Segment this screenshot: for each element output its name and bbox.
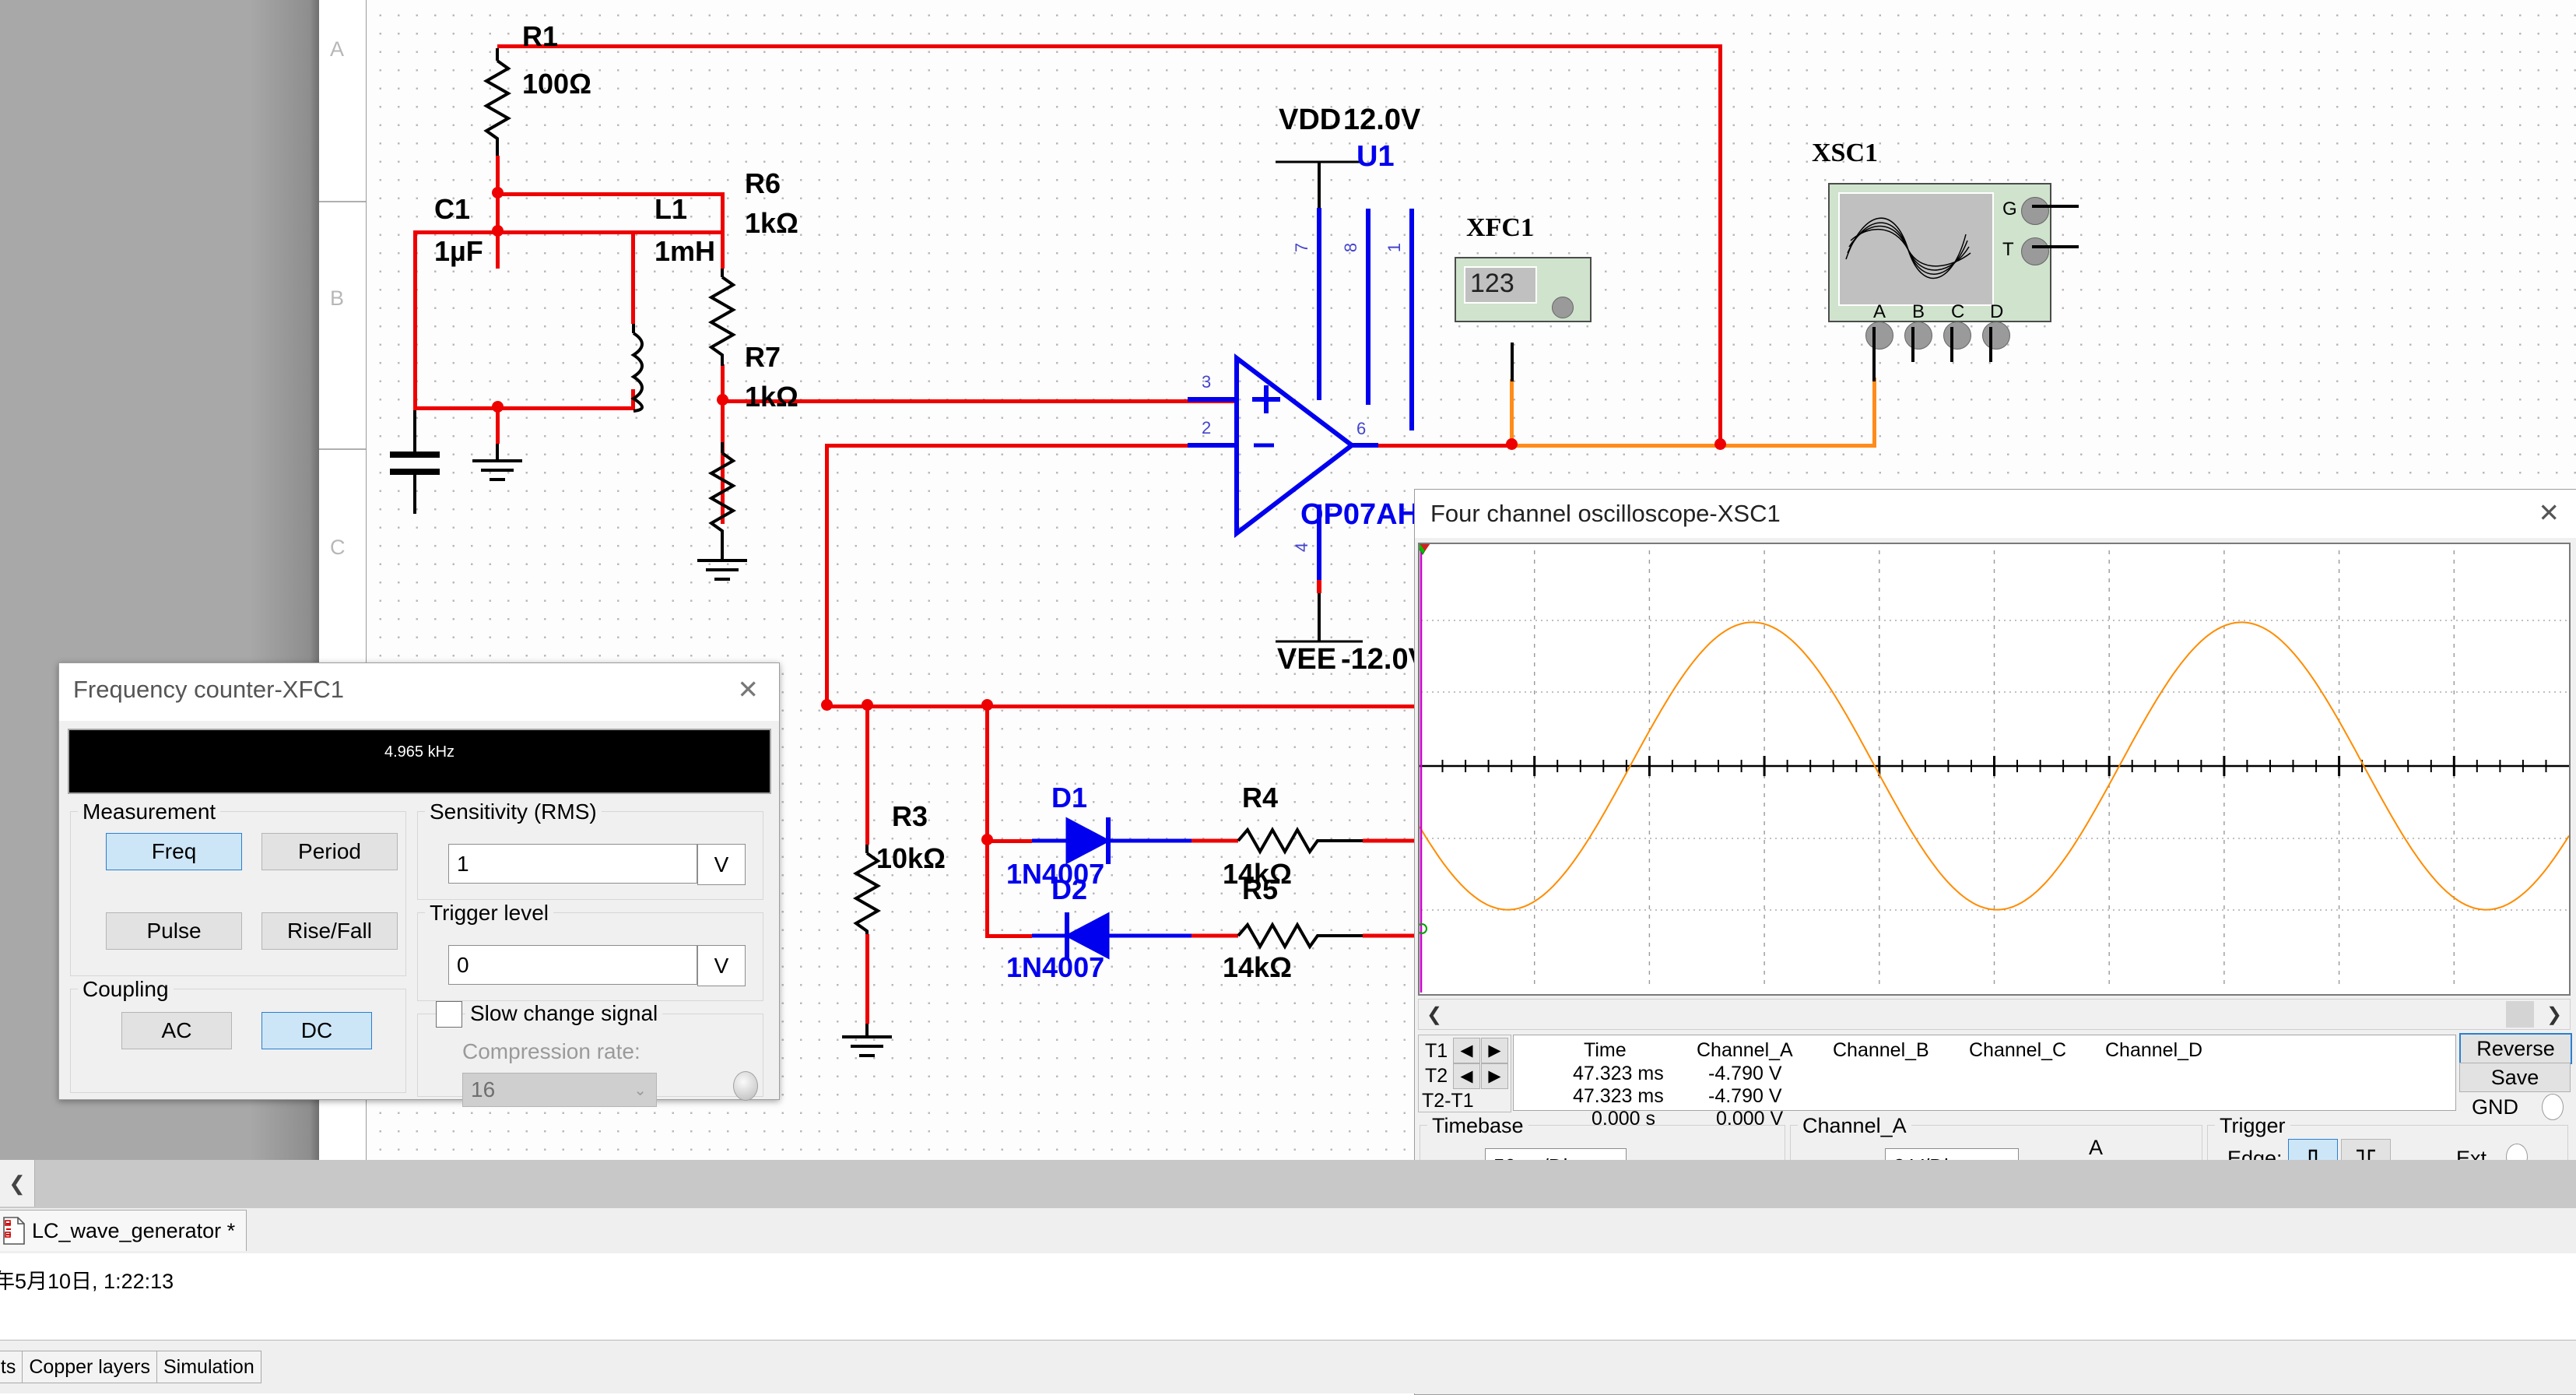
- cursor-diff-label: T2-T1: [1422, 1090, 1474, 1112]
- chevron-left-icon[interactable]: ❮: [1419, 1000, 1450, 1029]
- readout-header-channel-b: Channel_B: [1833, 1039, 1929, 1061]
- measurement-risefall-button[interactable]: Rise/Fall: [261, 912, 398, 950]
- trigger-level-legend: Trigger level: [425, 901, 554, 926]
- cursor-stepper-box: T1 T2 T2-T1 ◀ ▶ ◀ ▶: [1418, 1035, 1511, 1112]
- frequency-counter-titlebar: Frequency counter-XFC1 ✕: [59, 663, 779, 721]
- oscilloscope-titlebar: Four channel oscilloscope-XSC1 ✕: [1415, 490, 2576, 538]
- status-tab-components[interactable]: nts: [0, 1351, 23, 1383]
- measurement-period-button[interactable]: Period: [261, 833, 398, 870]
- coupling-dc-button[interactable]: DC: [261, 1012, 372, 1049]
- sensitivity-legend: Sensitivity (RMS): [425, 799, 602, 824]
- oscilloscope-hscrollbar[interactable]: ❮ ❯: [1418, 999, 2571, 1030]
- close-icon[interactable]: ✕: [2538, 497, 2560, 528]
- sensitivity-unit: V: [697, 844, 746, 885]
- compression-rate-value: 16: [471, 1077, 496, 1102]
- oscilloscope-title: Four channel oscilloscope-XSC1: [1430, 500, 1781, 527]
- ruler-label-c: C: [330, 536, 346, 559]
- frequency-counter-title: Frequency counter-XFC1: [73, 676, 345, 703]
- close-icon[interactable]: ✕: [737, 674, 759, 705]
- cursor-t1-right-arrow[interactable]: ▶: [1481, 1038, 1508, 1063]
- readout-t2-a: -4.790 V: [1708, 1085, 1782, 1107]
- readout-t1-time: 47.323 ms: [1573, 1063, 1664, 1084]
- log-panel: 年5月10日, 1:22:13: [0, 1253, 2576, 1341]
- cursor-t1-label: T1: [1425, 1040, 1448, 1062]
- readout-t1-a: -4.790 V: [1708, 1063, 1782, 1084]
- save-button[interactable]: Save: [2459, 1063, 2571, 1092]
- timebase-legend: Timebase: [1427, 1114, 1528, 1138]
- frequency-counter-display: 4.965 kHz: [68, 729, 771, 794]
- readout-t2-time: 47.323 ms: [1573, 1085, 1664, 1107]
- hscroll-thumb[interactable]: [2506, 1001, 2534, 1028]
- slow-change-label: Slow change signal: [465, 1001, 663, 1026]
- resize-grip-knob[interactable]: [733, 1071, 758, 1101]
- oscilloscope-trace: [1416, 542, 2570, 993]
- readout-header-time: Time: [1584, 1039, 1627, 1061]
- status-tab-copper-layers[interactable]: Copper layers: [22, 1351, 157, 1383]
- sensitivity-input[interactable]: 1: [448, 844, 697, 884]
- coupling-legend: Coupling: [78, 977, 174, 1002]
- bottom-strip: ❮ LC_wave_generator * 年5月10日, 1:22:13 nt…: [0, 1160, 2576, 1393]
- cursor-readout-panel: T1 T2 T2-T1 ◀ ▶ ◀ ▶ Time Channel_A Chann…: [1418, 1033, 2572, 1130]
- sheet-tab-row[interactable]: LC_wave_generator *: [0, 1208, 2576, 1254]
- channel-selector-label-a: A: [2089, 1136, 2104, 1159]
- chevron-right-icon[interactable]: ❯: [2539, 1000, 2570, 1029]
- readout-header-channel-a: Channel_A: [1697, 1039, 1793, 1061]
- chevron-down-icon: ⌄: [633, 1081, 647, 1099]
- trigger-level-unit: V: [697, 945, 746, 986]
- ruler-label-a: A: [330, 37, 345, 61]
- status-tab-simulation[interactable]: Simulation: [156, 1351, 261, 1383]
- sheet-scroll-bar[interactable]: ❮: [0, 1160, 2576, 1209]
- trigger-level-input[interactable]: 0: [448, 945, 697, 985]
- ruler-tick: [319, 201, 366, 202]
- slow-change-checkbox[interactable]: [436, 1001, 462, 1028]
- ruler-tick: [319, 448, 366, 450]
- oscilloscope-display[interactable]: [1416, 542, 2571, 996]
- coupling-ac-button[interactable]: AC: [121, 1012, 232, 1049]
- measurement-pulse-button[interactable]: Pulse: [106, 912, 242, 950]
- compression-rate-select[interactable]: 16 ⌄: [462, 1073, 657, 1107]
- reverse-button[interactable]: Reverse: [2459, 1033, 2572, 1064]
- ruler-label-b: B: [330, 286, 345, 310]
- readout-header-channel-d: Channel_D: [2105, 1039, 2203, 1061]
- cursor-t2-right-arrow[interactable]: ▶: [1481, 1063, 1508, 1089]
- status-tab-row[interactable]: nts Copper layers Simulation: [0, 1341, 2576, 1393]
- frequency-counter-dialog[interactable]: Frequency counter-XFC1 ✕ 4.965 kHz Measu…: [58, 662, 780, 1107]
- cursor-t2-label: T2: [1425, 1065, 1448, 1087]
- readout-header-channel-c: Channel_C: [1969, 1039, 2067, 1061]
- sheet-tab-label: LC_wave_generator *: [32, 1218, 236, 1242]
- measurement-legend: Measurement: [78, 799, 221, 824]
- log-timestamp: 年5月10日, 1:22:13: [0, 1270, 174, 1293]
- channel-a-legend: Channel_A: [1798, 1114, 1911, 1138]
- chevron-left-icon[interactable]: ❮: [0, 1160, 35, 1207]
- trigger-legend: Trigger: [2215, 1114, 2290, 1138]
- cursor-t1-left-arrow[interactable]: ◀: [1453, 1038, 1480, 1063]
- frequency-reading: 4.965 kHz: [384, 743, 455, 761]
- cursor-readout-table: Time Channel_A Channel_B Channel_C Chann…: [1513, 1035, 2456, 1130]
- measurement-freq-button[interactable]: Freq: [106, 833, 242, 870]
- compression-rate-label: Compression rate:: [462, 1039, 640, 1063]
- cursor-t2-left-arrow[interactable]: ◀: [1453, 1063, 1480, 1089]
- schematic-file-icon: [1, 1216, 27, 1246]
- sheet-tab-lc-wave-generator[interactable]: LC_wave_generator *: [0, 1210, 247, 1251]
